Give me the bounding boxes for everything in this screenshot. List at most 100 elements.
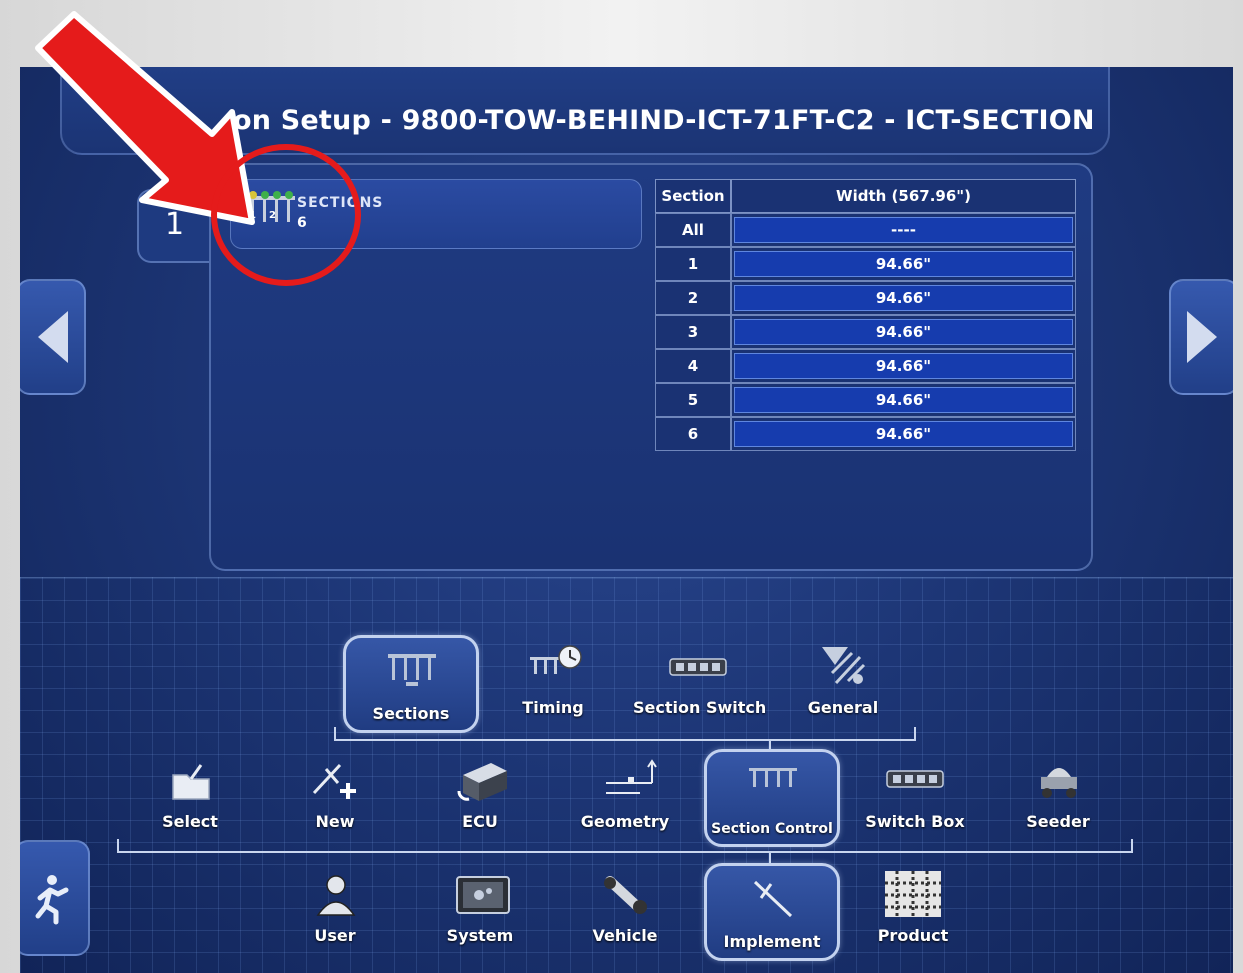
tab-geometry[interactable]: Geometry [560, 749, 690, 841]
tier2-connector-stem [769, 851, 771, 863]
tab-vehicle-label: Vehicle [592, 926, 658, 945]
seeder-icon [1041, 768, 1077, 798]
implement-icon [753, 880, 793, 918]
section-width-cell: 94.66" [731, 315, 1076, 349]
sections-icon [388, 654, 436, 686]
left-arrow-icon [38, 311, 68, 363]
section-number-cell: 3 [655, 315, 731, 349]
svg-text:1: 1 [249, 210, 256, 221]
section-width-cell: ---- [731, 213, 1076, 247]
page-title: on Setup - 9800-TOW-BEHIND-ICT-71FT-C2 -… [233, 105, 1095, 136]
tier2-connector-left [117, 839, 119, 853]
previous-page-button[interactable] [20, 279, 86, 395]
section-number-cell: 4 [655, 349, 731, 383]
tab-system-label: System [446, 926, 514, 945]
table-row: All ---- [655, 213, 1076, 247]
table-row: 4 94.66" [655, 349, 1076, 383]
section-width-field[interactable]: 94.66" [734, 421, 1073, 447]
setup-screen: on Setup - 9800-TOW-BEHIND-ICT-71FT-C2 -… [20, 67, 1233, 973]
ecu-icon [457, 763, 507, 801]
tab-section-switch[interactable]: Section Switch [633, 635, 767, 727]
section-number-cell: 2 [655, 281, 731, 315]
next-page-button[interactable] [1169, 279, 1233, 395]
tab-general-label: General [807, 698, 879, 717]
section-width-field[interactable]: 94.66" [734, 387, 1073, 413]
tab-ecu[interactable]: ECU [415, 749, 545, 841]
configuration-index: 1 [165, 207, 185, 242]
tab-section-switch-label: Section Switch [633, 698, 767, 717]
tab-product[interactable]: Product [848, 863, 978, 955]
tier3-connector-right [914, 727, 916, 741]
tab-implement-label: Implement [723, 932, 821, 951]
width-column-header: Width (567.96") [731, 179, 1076, 213]
table-row: 6 94.66" [655, 417, 1076, 451]
vehicle-icon [604, 876, 647, 914]
section-width-cell: 94.66" [731, 247, 1076, 281]
section-number-cell: 6 [655, 417, 731, 451]
sections-row-button[interactable]: 1 2 SECTIONS 6 [230, 179, 642, 249]
folder-icon [172, 764, 210, 800]
tier2-connector [117, 851, 1133, 853]
section-width-table: Section Width (567.96") All ---- 1 94.66" 2 9… [655, 179, 1076, 451]
tab-sections-label: Sections [372, 704, 450, 723]
tab-vehicle[interactable]: Vehicle [560, 863, 690, 955]
running-man-icon [35, 875, 69, 925]
tab-timing[interactable]: Timing [488, 635, 618, 727]
section-width-cell: 94.66" [731, 281, 1076, 315]
section-width-field[interactable]: 94.66" [734, 285, 1073, 311]
table-row: 5 94.66" [655, 383, 1076, 417]
tab-user-label: User [314, 926, 356, 945]
tab-implement[interactable]: Implement [704, 863, 840, 961]
tab-select[interactable]: Select [125, 749, 255, 841]
tab-seeder[interactable]: Seeder [993, 749, 1123, 841]
tab-product-label: Product [877, 926, 949, 945]
section-width-field[interactable]: 94.66" [734, 319, 1073, 345]
tab-new-label: New [315, 812, 355, 831]
tab-seeder-label: Seeder [1026, 812, 1090, 831]
exit-button[interactable] [20, 840, 90, 956]
geometry-icon [606, 759, 657, 794]
tab-general[interactable]: General [778, 635, 908, 727]
section-width-cell: 94.66" [731, 349, 1076, 383]
tab-timing-label: Timing [522, 698, 584, 717]
tab-system[interactable]: System [415, 863, 545, 955]
timing-icon [530, 645, 582, 674]
section-width-cell: 94.66" [731, 417, 1076, 451]
section-width-field[interactable]: 94.66" [734, 251, 1073, 277]
tab-section-control-label: Section Control [711, 821, 833, 837]
switch-box-icon [886, 770, 944, 788]
product-icon [885, 871, 941, 917]
sections-icon: 1 2 [247, 191, 295, 222]
section-control-icon [749, 768, 797, 787]
section-width-field[interactable]: 94.66" [734, 353, 1073, 379]
user-icon [316, 875, 356, 916]
tier2-connector-right [1131, 839, 1133, 853]
new-implement-icon [312, 763, 356, 799]
tab-user[interactable]: User [270, 863, 400, 955]
system-icon [456, 876, 510, 914]
general-icon [822, 647, 866, 685]
section-width-field[interactable]: ---- [734, 217, 1073, 243]
tab-sections[interactable]: Sections [343, 635, 479, 733]
section-switch-icon [669, 658, 727, 676]
table-row: 3 94.66" [655, 315, 1076, 349]
tab-switch-box-label: Switch Box [865, 812, 965, 831]
tab-section-control[interactable]: Section Control [704, 749, 840, 847]
section-number-cell: 5 [655, 383, 731, 417]
section-number-cell: All [655, 213, 731, 247]
tier3-connector-left [334, 727, 336, 741]
section-number-cell: 1 [655, 247, 731, 281]
section-width-cell: 94.66" [731, 383, 1076, 417]
svg-text:2: 2 [269, 210, 276, 221]
tab-ecu-label: ECU [462, 812, 498, 831]
sections-row-count: 6 [297, 215, 307, 231]
tab-geometry-label: Geometry [580, 812, 670, 831]
tier3-connector [334, 739, 916, 741]
table-row: 2 94.66" [655, 281, 1076, 315]
tab-new[interactable]: New [270, 749, 400, 841]
right-arrow-icon [1187, 311, 1217, 363]
tab-switch-box[interactable]: Switch Box [850, 749, 980, 841]
section-column-header: Section [655, 179, 731, 213]
table-row: 1 94.66" [655, 247, 1076, 281]
sections-row-label: SECTIONS [297, 195, 384, 211]
